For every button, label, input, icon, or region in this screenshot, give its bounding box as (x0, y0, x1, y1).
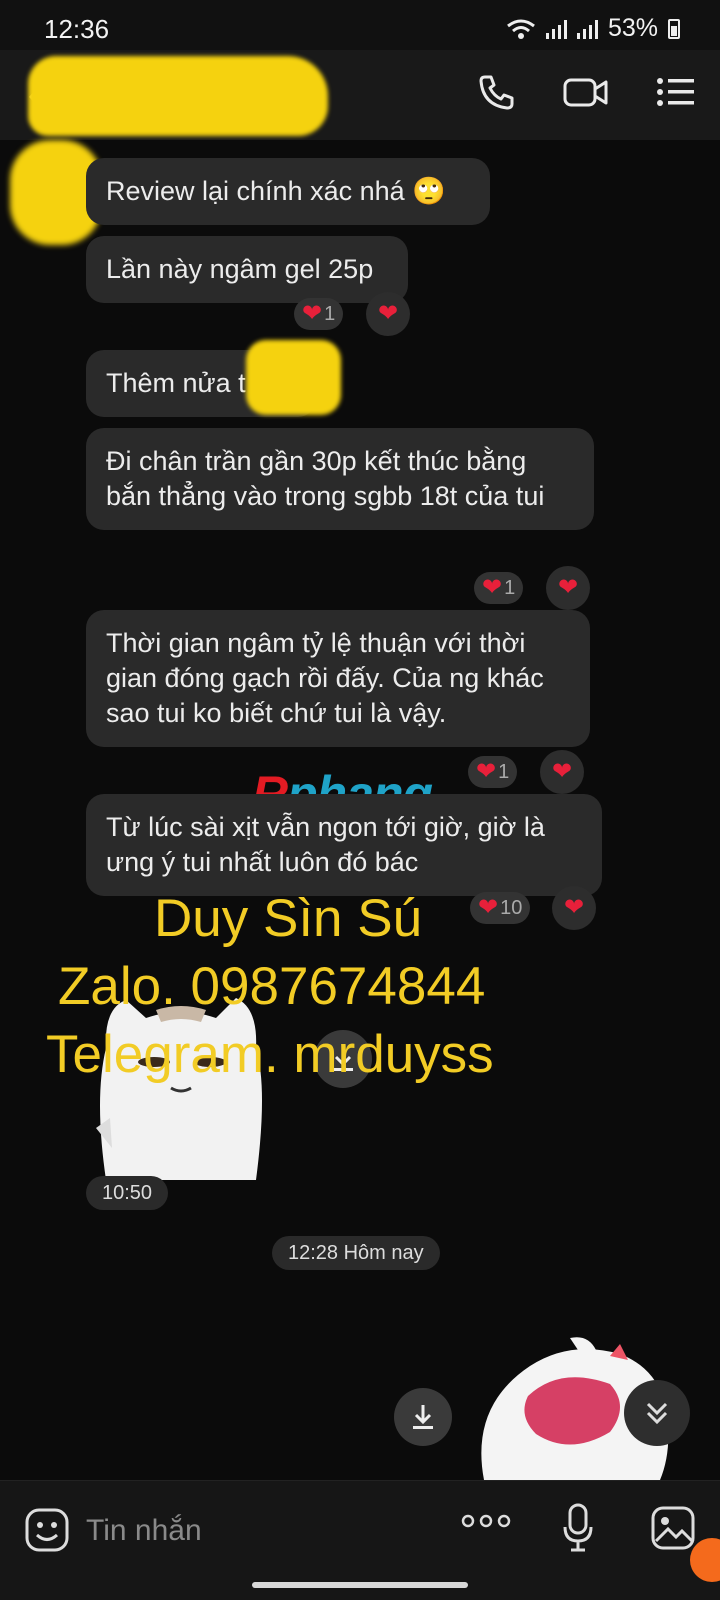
reaction-count: 1 (324, 302, 336, 325)
promo-line-2: Zalo. 0987674844 (58, 957, 486, 1016)
battery-icon (668, 18, 680, 39)
message-text: Từ lúc sài xịt vẫn ngon tới giờ, giờ là … (106, 812, 545, 877)
contact-name-redacted (28, 56, 328, 136)
reaction-count: 1 (498, 760, 510, 783)
reaction-count: 1 (504, 576, 516, 599)
reaction-count: 10 (500, 896, 523, 919)
message-text: Review lại chính xác nhá 🙄 (106, 176, 446, 206)
redaction-mark (246, 340, 341, 415)
heart-icon: ❤ (557, 574, 579, 601)
message-text: Lần này ngâm gel 25p (106, 254, 374, 284)
wifi-icon (507, 19, 535, 39)
message-text: Đi chân trần gần 30p kết thúc bằng bắn t… (106, 446, 545, 511)
heart-icon: ❤ (563, 894, 585, 921)
chat-header: ‹ (0, 50, 720, 140)
more-options-icon[interactable] (460, 1511, 512, 1531)
react-button[interactable]: ❤ (366, 292, 410, 336)
microphone-icon[interactable] (562, 1503, 594, 1553)
reaction-summary[interactable]: ❤ 1 (294, 298, 344, 330)
message-bubble[interactable]: Lần này ngâm gel 25p (86, 236, 408, 303)
status-time: 12:36 (44, 14, 110, 44)
react-button[interactable]: ❤ (540, 750, 584, 794)
cat-sticker[interactable] (86, 988, 276, 1180)
video-icon[interactable] (562, 72, 610, 112)
reaction-summary[interactable]: ❤ 1 (468, 756, 518, 788)
heart-icon: ❤ (377, 300, 399, 327)
message-bubble[interactable]: Review lại chính xác nhá 🙄 (86, 158, 490, 225)
reaction-summary[interactable]: ❤ 10 (470, 892, 531, 924)
react-button[interactable]: ❤ (552, 886, 596, 930)
reaction-summary[interactable]: ❤ 1 (474, 572, 524, 604)
message-text: Thêm nửa t (106, 368, 246, 398)
download-icon (413, 1405, 433, 1429)
status-icons: 53% (506, 14, 680, 43)
scroll-to-bottom-button[interactable] (624, 1380, 690, 1446)
heart-icon: ❤ (476, 758, 497, 785)
home-indicator[interactable] (252, 1582, 468, 1588)
message-text: Thời gian ngâm tỷ lệ thuận với thời gian… (106, 628, 544, 728)
heart-icon: ❤ (551, 758, 573, 785)
promo-line-1: Duy Sìn Sú (154, 889, 423, 948)
heart-icon: ❤ (482, 574, 503, 601)
react-button[interactable]: ❤ (546, 566, 590, 610)
date-separator: 12:28 Hôm nay (272, 1236, 440, 1270)
heart-icon: ❤ (478, 894, 499, 921)
list-icon[interactable] (656, 72, 696, 112)
message-timestamp: 10:50 (86, 1176, 169, 1210)
battery-percent: 53% (607, 14, 658, 42)
emoji-icon[interactable] (24, 1507, 70, 1553)
chevron-double-down-icon (646, 1402, 668, 1425)
message-input[interactable] (86, 1507, 416, 1555)
signal-icon (545, 19, 567, 39)
promo-line-3: Telegram. mrduyss (46, 1025, 494, 1084)
message-bubble[interactable]: Thời gian ngâm tỷ lệ thuận với thời gian… (86, 610, 590, 747)
phone-icon[interactable] (476, 72, 516, 112)
chat-area[interactable]: Review lại chính xác nhá 🙄 Lần này ngâm … (0, 140, 720, 1480)
message-bubble[interactable]: Từ lúc sài xịt vẫn ngon tới giờ, giờ là … (86, 794, 602, 896)
heart-icon: ❤ (302, 300, 323, 327)
signal-icon-2 (576, 19, 598, 39)
download-button[interactable] (394, 1388, 452, 1446)
image-gallery-icon[interactable] (650, 1505, 696, 1551)
message-bubble[interactable]: Đi chân trần gần 30p kết thúc bằng bắn t… (86, 428, 594, 530)
